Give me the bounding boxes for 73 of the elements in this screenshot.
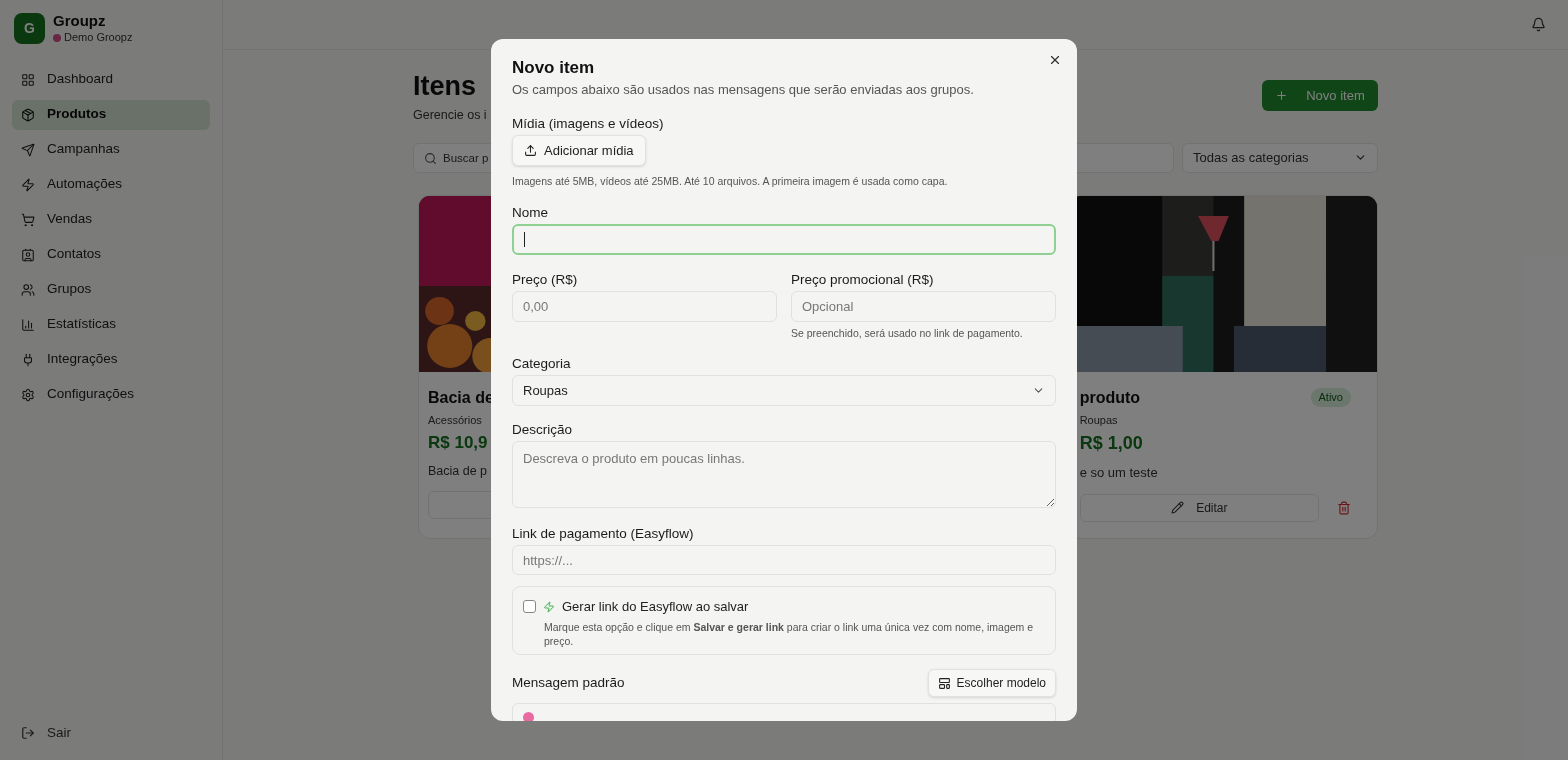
upload-icon [524, 144, 537, 157]
field-label: Preço (R$) [512, 272, 578, 288]
nav-icon [21, 317, 35, 332]
pencil-icon [1171, 501, 1185, 514]
field-hint: Imagens até 5MB, vídeos até 25MB. Até 10 arquivos. A primeira imagem é usada como capa. [512, 174, 948, 188]
field-label: Mensagem padrão [512, 675, 625, 691]
product-category: Acessórios [428, 412, 482, 428]
workspace-name: Demo Groopz [64, 30, 133, 45]
nav-icon [21, 107, 35, 122]
sidebar-item[interactable]: Produtos [12, 99, 210, 130]
field-label: Nome [512, 205, 548, 221]
sidebar-item[interactable]: Dashboard [12, 64, 210, 95]
field-label: Categoria [512, 356, 571, 372]
nav-icon [21, 72, 35, 87]
product-category: Roupas [1079, 412, 1118, 428]
plus-icon [1275, 89, 1289, 102]
page-title: Itens [413, 70, 478, 103]
dialog-description: Os campos abaixo são usados nas mensagens que serão enviadas aos grupos. [512, 81, 974, 99]
category-filter[interactable]: Todas as categorias [1182, 142, 1378, 173]
option-hint: Marque esta opção e clique em Salvar e gerar link para criar o link uma única vez com nome, imagem e preço. [544, 619, 1035, 648]
product-title: produto [1079, 387, 1141, 408]
app-name: Groupz [53, 12, 107, 31]
product-price: R$ 10,9 [428, 432, 488, 454]
description-field[interactable]: Descreva o produto em poucas linhas. [512, 441, 1056, 508]
template-icon [937, 676, 951, 690]
party-icon [523, 712, 534, 721]
sidebar-item[interactable]: Automações [12, 169, 210, 200]
text-cursor [524, 232, 525, 247]
add-media-button[interactable]: Adicionar mídia [512, 135, 646, 166]
lightning-icon [543, 600, 555, 613]
logout-button[interactable]: Sair [12, 718, 80, 748]
sidebar-item[interactable]: Configurações [12, 379, 210, 410]
sidebar-item[interactable]: Integrações [12, 344, 210, 375]
sidebar-item[interactable]: Campanhas [12, 134, 210, 165]
product-description: e so um teste [1079, 464, 1158, 482]
nav-icon [21, 282, 35, 297]
product-description: Bacia de p [428, 462, 488, 480]
field-label: Mídia (imagens e vídeos) [512, 116, 664, 132]
logo-icon: G [14, 12, 45, 44]
price-field[interactable]: 0,00 [512, 291, 777, 322]
field-label: Link de pagamento (Easyflow) [512, 526, 694, 542]
logout-icon [21, 726, 35, 740]
payment-link-field[interactable]: https://... [512, 545, 1056, 575]
choose-template-button[interactable]: Escolher modelo [927, 669, 1056, 697]
nav-icon [21, 142, 35, 157]
nav-icon [21, 247, 35, 262]
sidebar-item[interactable]: Contatos [12, 239, 210, 270]
nav-icon [21, 212, 35, 227]
sidebar-item[interactable]: Estatísticas [12, 309, 210, 340]
delete-icon[interactable] [1337, 500, 1351, 515]
checkbox-label: Gerar link do Easyflow ao salvar [562, 598, 749, 616]
checkbox[interactable] [523, 600, 536, 614]
status-badge: Ativo [1310, 388, 1351, 407]
sidebar-item[interactable]: Vendas [12, 204, 210, 235]
field-label: Descrição [512, 422, 573, 438]
edit-button[interactable]: Editar [1079, 493, 1319, 522]
search-icon [424, 151, 437, 165]
nav-icon [21, 387, 35, 402]
product-price: R$ 1,00 [1079, 432, 1143, 455]
nav-icon [21, 177, 35, 192]
page-subtitle: Gerencie os i [413, 106, 487, 124]
notifications-icon[interactable] [1531, 17, 1546, 32]
dialog-title: Novo item [512, 57, 595, 79]
nav-icon [21, 352, 35, 367]
category-select[interactable]: Roupas [512, 375, 1056, 406]
sidebar-item[interactable]: Grupos [12, 274, 210, 305]
name-field[interactable] [512, 224, 1056, 255]
promo-price-field[interactable]: Opcional [791, 291, 1056, 322]
new-item-button[interactable]: Novo item [1262, 80, 1378, 111]
workspace-icon [53, 33, 61, 42]
close-icon[interactable] [1048, 53, 1062, 67]
field-label: Preço promocional (R$) [791, 272, 934, 288]
field-hint: Se preenchido, será usado no link de pagamento. [791, 326, 1023, 340]
